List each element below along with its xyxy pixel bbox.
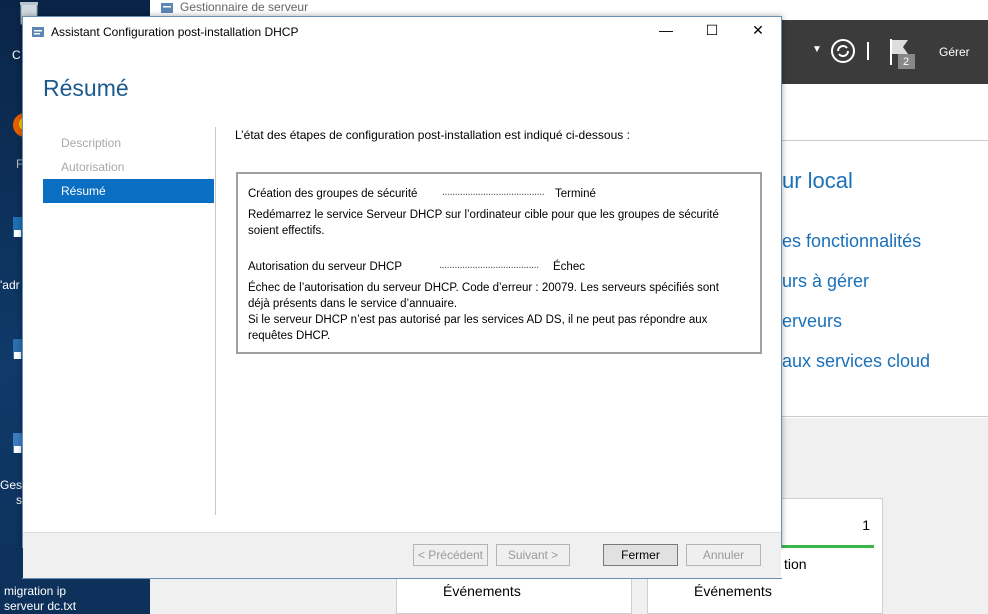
server-manager-icon bbox=[161, 3, 173, 13]
step2-status: Échec bbox=[553, 261, 585, 273]
summary-intro-text: L’état des étapes de configuration post-… bbox=[235, 128, 630, 142]
nav-step-summary[interactable]: Résumé bbox=[43, 179, 214, 203]
nav-separator bbox=[215, 127, 216, 515]
step1-status: Terminé bbox=[555, 188, 596, 200]
wizard-titlebar[interactable]: Assistant Configuration post-installatio… bbox=[23, 17, 781, 47]
cancel-button[interactable]: Annuler bbox=[686, 544, 761, 566]
tile-count: 1 bbox=[862, 517, 870, 533]
desktop-icon-label: C bbox=[12, 48, 21, 62]
minimize-button[interactable]: — bbox=[643, 22, 689, 42]
file-label-line1[interactable]: migration ip bbox=[4, 584, 66, 598]
wizard-steps-nav: Description Autorisation Résumé bbox=[43, 131, 214, 203]
step2-message: Si le serveur DHCP n’est pas autorisé pa… bbox=[248, 314, 708, 326]
wizard-title: Assistant Configuration post-installatio… bbox=[51, 25, 299, 39]
step2-message: Échec de l’autorisation du serveur DHCP.… bbox=[248, 282, 719, 294]
dhcp-wizard-window: Assistant Configuration post-installatio… bbox=[22, 16, 782, 548]
file-label-line2[interactable]: serveur dc.txt bbox=[4, 599, 76, 613]
step2-dots: ....................................... bbox=[439, 259, 539, 271]
step1-message: soient effectifs. bbox=[248, 225, 325, 237]
notifications-count-badge: 2 bbox=[903, 56, 910, 68]
maximize-button[interactable]: ☐ bbox=[689, 22, 735, 42]
step2-message: requêtes DHCP. bbox=[248, 330, 331, 342]
next-button[interactable]: Suivant > bbox=[496, 544, 570, 566]
previous-button[interactable]: < Précédent bbox=[413, 544, 488, 566]
events-label[interactable]: Événements bbox=[443, 583, 521, 599]
step2-name: Autorisation du serveur DHCP bbox=[248, 261, 403, 273]
close-window-button[interactable]: ✕ bbox=[735, 22, 781, 42]
add-roles-link[interactable]: es fonctionnalités bbox=[782, 231, 921, 252]
manage-menu[interactable]: Gérer bbox=[939, 45, 970, 59]
page-title: Résumé bbox=[43, 75, 129, 101]
add-servers-link[interactable]: urs à gérer bbox=[782, 271, 869, 292]
step2-message: déjà présents dans le service d’annuaire… bbox=[248, 298, 458, 310]
tile-label: tion bbox=[784, 556, 807, 572]
desktop-icon-label: 'adr bbox=[0, 278, 20, 292]
section-divider bbox=[782, 416, 988, 417]
dropdown-arrow-icon[interactable]: ▼ bbox=[812, 44, 822, 55]
nav-step-authorization[interactable]: Autorisation bbox=[43, 155, 214, 179]
close-button[interactable]: Fermer bbox=[603, 544, 678, 566]
refresh-icon[interactable] bbox=[830, 38, 856, 64]
toolbar-separator bbox=[867, 42, 869, 60]
results-box: Création des groupes de sécurité .......… bbox=[236, 172, 762, 354]
events-label[interactable]: Événements bbox=[694, 583, 772, 599]
wizard-app-icon bbox=[32, 27, 44, 37]
connect-cloud-link[interactable]: aux services cloud bbox=[782, 351, 930, 372]
section-divider bbox=[782, 140, 988, 141]
create-server-group-link[interactable]: erveurs bbox=[782, 311, 842, 332]
configure-local-server-heading: ur local bbox=[782, 168, 853, 193]
nav-step-description[interactable]: Description bbox=[43, 131, 214, 155]
step1-dots: ........................................ bbox=[442, 186, 545, 198]
step1-message: Redémarrez le service Serveur DHCP sur l… bbox=[248, 209, 719, 221]
wizard-bottom-border bbox=[22, 578, 782, 579]
server-manager-title: Gestionnaire de serveur bbox=[180, 0, 309, 14]
step1-name: Création des groupes de sécurité bbox=[248, 188, 418, 200]
